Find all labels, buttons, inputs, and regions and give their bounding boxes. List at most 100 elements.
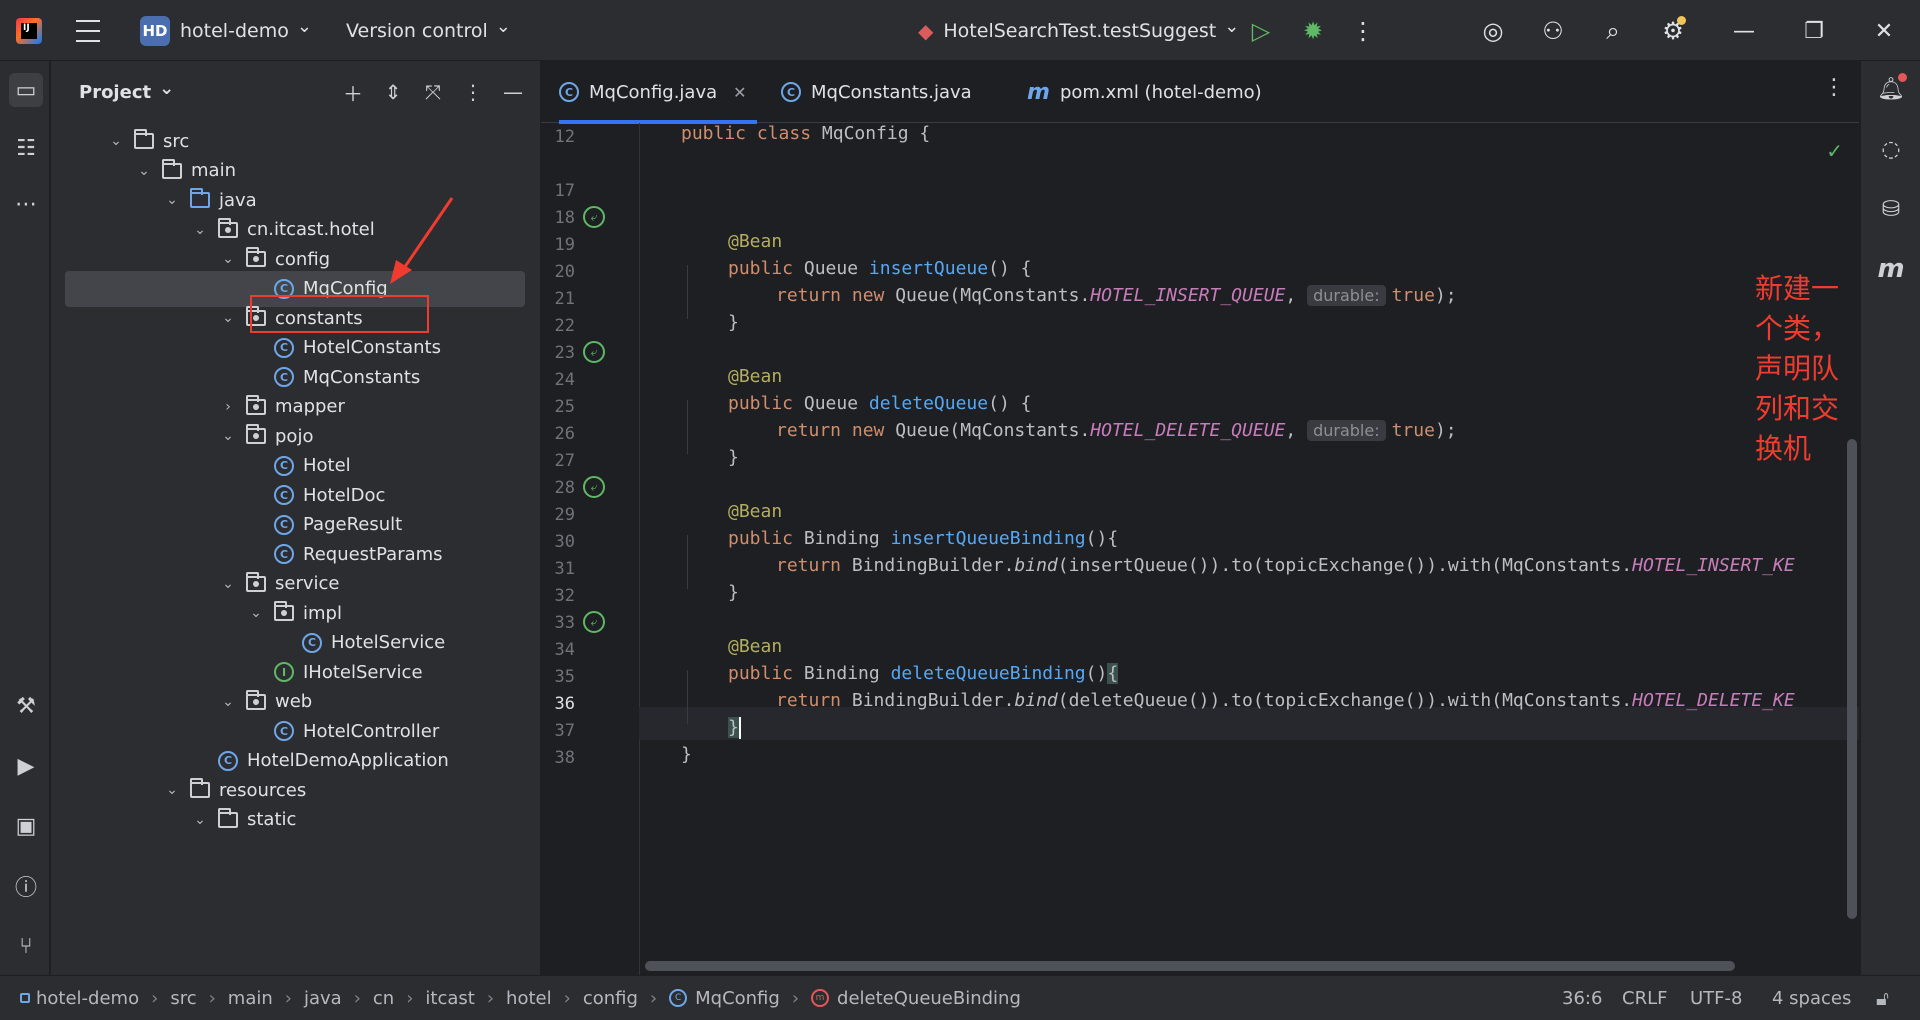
database-icon[interactable]: ⛁ [1873,191,1909,227]
terminal-icon[interactable]: ▣ [9,809,43,843]
settings-gear-icon[interactable]: ⚙ [1656,14,1690,48]
build-hammer-icon[interactable]: ⚒ [9,689,43,723]
project-folder-icon[interactable]: ▭ [9,73,43,107]
spring-bean-gutter-icon[interactable]: ⤶ [583,611,605,633]
right-tool-strip: 🔔︎ ◌ ⛁ m [1860,61,1920,975]
services-run-icon[interactable]: ▶ [9,749,43,783]
search-icon[interactable]: ⌕ [1596,14,1630,48]
file-encoding[interactable]: UTF-8 [1690,988,1742,1009]
code-line-18: @Bean [728,231,783,252]
spring-bean-gutter-icon[interactable]: ⤶ [583,341,605,363]
current-line-highlight [639,707,1859,740]
tab-mqconstants[interactable]: C MqConstants.java [781,61,972,123]
code-line-34: public Binding deleteQueueBinding(){ [728,663,1119,684]
expand-chevron-icon[interactable]: ⌄ [163,192,181,208]
breadcrumb-separator-icon: › [649,987,658,1009]
restore-button[interactable]: ❐ [1794,14,1834,48]
expand-all-icon[interactable]: ⇕ [378,75,408,109]
main-menu-icon[interactable] [74,0,102,61]
tabs-more-icon[interactable]: ⋮ [1823,75,1845,100]
project-badge[interactable]: HD [140,16,170,46]
notifications-bell-icon[interactable]: 🔔︎ [1873,71,1909,107]
breadcrumb-item[interactable]: m deleteQueueBinding [811,988,1021,1009]
panel-options-icon[interactable]: ⋮ [458,75,488,109]
tree-item-label: cn.itcast.hotel [247,219,375,240]
breadcrumb-item[interactable]: C MqConfig [669,988,780,1009]
code-line-25: return new Queue(MqConstants.HOTEL_DELET… [776,420,1457,441]
expand-chevron-icon[interactable]: ⌄ [247,605,265,621]
ai-assistant-icon[interactable]: ◎ [1476,14,1510,48]
structure-icon[interactable]: ☷ [9,131,43,165]
breadcrumb-item[interactable]: hotel [506,988,552,1009]
breadcrumb-separator-icon: › [353,987,361,1009]
add-file-icon[interactable]: ＋ [338,75,368,109]
editor-vertical-scrollbar[interactable] [1847,439,1857,919]
code-area[interactable]: public class MqConfig { @Bean public Que… [639,123,1859,975]
git-branch-icon[interactable]: ⑂ [9,929,43,963]
folder-icon [217,807,239,831]
minimize-button[interactable]: — [1724,14,1764,48]
expand-chevron-icon[interactable]: ⌄ [219,576,237,592]
version-control-menu[interactable]: Version control [346,0,511,61]
project-view-selector[interactable]: Project [79,82,174,103]
expand-chevron-icon[interactable]: ⌄ [163,782,181,798]
tree-item-label: main [191,160,236,181]
close-tab-icon[interactable]: ✕ [733,83,746,102]
expand-chevron-icon[interactable]: ⌄ [191,222,209,238]
class-icon: C [273,720,295,742]
folder-icon [189,778,211,801]
project-switcher[interactable]: hotel-demo [180,0,312,61]
collapse-all-icon[interactable]: ⤧ [418,75,448,109]
editor-horizontal-scrollbar[interactable] [645,961,1735,971]
spring-bean-gutter-icon[interactable]: ⤶ [583,206,605,228]
problems-icon[interactable]: ⓘ [9,869,43,903]
code-line-19: public Queue insertQueue() { [728,258,1032,279]
breadcrumb-item[interactable]: itcast [425,988,474,1009]
project-panel: Project ＋ ⇕ ⤧ ⋮ — ⌄ src ⌄ main ⌄ java ⌄ cn.itca… [51,61,541,975]
caret-position[interactable]: 36:6 [1562,988,1602,1009]
add-user-icon[interactable]: ⚇ [1536,14,1570,48]
line-number: 20 [554,262,575,282]
line-number: 23 [554,343,575,363]
expand-chevron-icon[interactable]: ⌄ [191,812,209,828]
ai-chat-icon[interactable]: ◌ [1873,131,1909,167]
indent-guide [687,265,688,319]
expand-chevron-icon[interactable]: ⌄ [219,310,237,326]
breadcrumb: hotel-demo › src › main › java › cn › itcast › hotel… [20,988,1021,1009]
breadcrumb-item[interactable]: hotel-demo [20,988,139,1009]
collapsed-chevron-icon[interactable]: › [219,399,237,415]
expand-chevron-icon[interactable]: ⌄ [135,163,153,179]
breadcrumb-item[interactable]: src [170,988,196,1009]
line-number: 38 [554,748,575,768]
breadcrumb-item[interactable]: cn [373,988,394,1009]
more-tools-icon[interactable]: ⋯ [9,187,43,221]
expand-chevron-icon[interactable]: ⌄ [107,133,125,149]
line-ending[interactable]: CRLF [1622,988,1667,1009]
tree-item-label: static [247,809,297,830]
more-actions-icon[interactable]: ⋮ [1346,14,1380,48]
code-line-24: public Queue deleteQueue() { [728,393,1032,414]
run-config-selector[interactable]: ◆ HotelSearchTest.testSuggest [918,0,1239,61]
maven-icon[interactable]: m [1873,251,1909,287]
source-folder-icon [189,188,211,211]
expand-chevron-icon[interactable]: ⌄ [219,694,237,710]
hide-panel-icon[interactable]: — [498,75,528,109]
spring-bean-gutter-icon[interactable]: ⤶ [583,476,605,498]
intellij-logo-icon[interactable]: IJ [16,18,42,44]
debug-icon[interactable]: ✹ [1296,14,1330,48]
no-problems-check-icon[interactable]: ✓ [1826,139,1843,163]
indent-setting[interactable]: 4 spaces [1772,988,1851,1009]
expand-chevron-icon[interactable]: ⌄ [219,428,237,444]
tree-item-label: HotelConstants [303,337,441,358]
tree-item-label: java [219,189,257,211]
run-icon[interactable]: ▷ [1244,14,1278,48]
close-window-button[interactable]: ✕ [1864,14,1904,48]
tab-mqconfig[interactable]: C MqConfig.java ✕ [559,61,757,124]
lock-icon[interactable]: 🔓︎ [1876,986,1889,1010]
breadcrumb-item[interactable]: main [228,988,273,1009]
expand-chevron-icon[interactable]: ⌄ [219,251,237,267]
tab-pom-xml[interactable]: m pom.xml (hotel-demo) [1027,61,1262,123]
breadcrumb-item[interactable]: java [304,988,342,1009]
breadcrumb-item[interactable]: config [583,988,638,1009]
tree-item-static[interactable]: ⌄ static [65,802,525,838]
